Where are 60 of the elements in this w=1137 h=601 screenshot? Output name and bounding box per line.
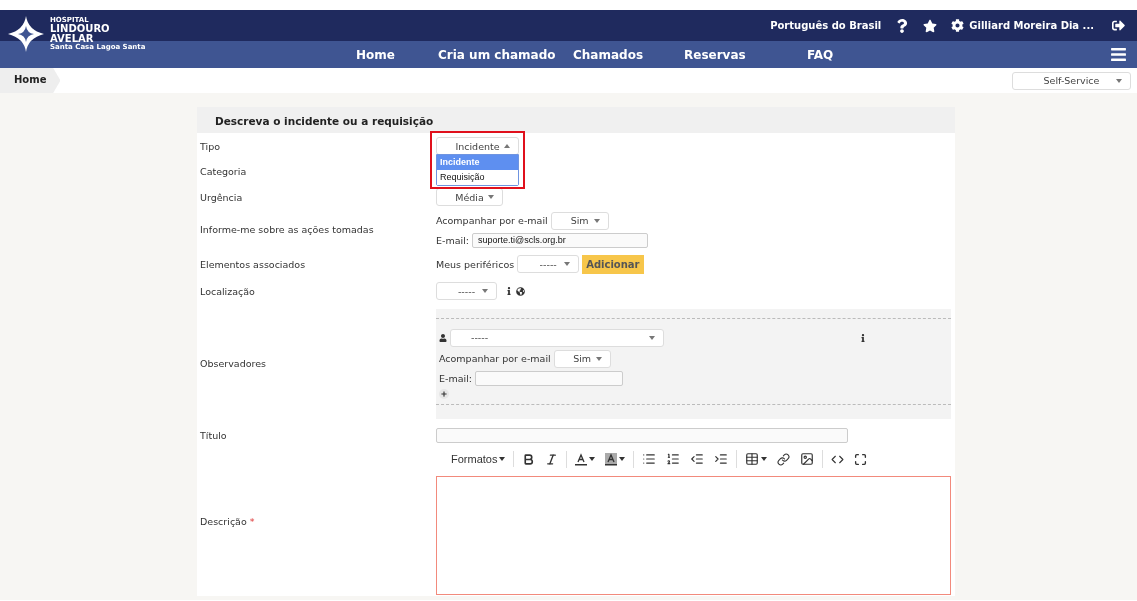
field-label: Observadores [199, 358, 267, 369]
table-icon [745, 452, 760, 466]
gear-icon[interactable] [951, 19, 965, 32]
caret-icon [1116, 78, 1122, 83]
user-menu[interactable]: Gilliard Moreira Dia ... [969, 20, 1094, 31]
follow-label: Acompanhar por e-mail [439, 353, 551, 364]
field-label: Categoria [199, 166, 248, 177]
field-label: Localização [199, 285, 256, 297]
follow-select[interactable]: Sim [553, 349, 611, 368]
field-label: Informe-me sobre as ações tomadas [199, 224, 375, 235]
help-icon[interactable] [895, 18, 910, 33]
peripherals-select[interactable]: ----- [517, 255, 580, 273]
language-link[interactable]: Português do Brasil [770, 20, 882, 31]
user-icon [439, 333, 447, 342]
observer-select[interactable]: ----- [450, 328, 664, 347]
email-label: E-mail: [436, 234, 469, 246]
caret-icon [504, 144, 510, 148]
caret-icon [488, 195, 494, 199]
form-title: Descreva o incidente ou a requisição [197, 107, 955, 133]
highlight-color-icon [605, 452, 618, 466]
info-icon[interactable] [859, 333, 867, 342]
follow-select[interactable]: Sim [550, 211, 609, 230]
logo-text: AVELAR [50, 34, 95, 44]
email-field[interactable]: suporte.ti@scls.org.br [472, 232, 648, 248]
breadcrumb[interactable]: Home [0, 68, 61, 93]
info-icon[interactable] [505, 287, 513, 295]
add-observer-icon[interactable] [439, 388, 449, 399]
field-label: Elementos associados [199, 258, 307, 270]
caret-icon [482, 289, 488, 293]
text-color-icon [575, 452, 588, 466]
field-label: Tipo [199, 140, 221, 152]
title-field[interactable] [436, 427, 848, 443]
field-label: Descrição * [199, 515, 256, 527]
peripherals-label: Meus periféricos [436, 258, 515, 270]
type-select[interactable]: Incidente [436, 137, 519, 155]
caret-icon [593, 218, 600, 223]
nav-link[interactable]: Reservas [684, 47, 807, 62]
dropdown-option[interactable]: Requisição [437, 170, 518, 185]
interface-select[interactable]: Self-Service [1012, 71, 1131, 90]
logout-icon[interactable] [1112, 19, 1125, 32]
required-mark: * [249, 515, 255, 527]
nav-link[interactable]: Chamados [573, 47, 684, 62]
star-icon[interactable] [923, 18, 938, 33]
field-label: Urgência [199, 191, 244, 203]
formats-menu[interactable]: Formatos [447, 451, 510, 467]
globe-icon[interactable] [516, 286, 525, 296]
add-button[interactable]: Adicionar [582, 254, 644, 274]
field-label: Título [199, 429, 228, 441]
nav-link[interactable]: Cria um chamado [438, 47, 573, 62]
logo-text: LINDOURO [50, 24, 111, 34]
follow-label: Acompanhar por e-mail [436, 215, 548, 226]
caret-icon [649, 335, 655, 340]
location-select[interactable]: ----- [436, 282, 497, 300]
email-field[interactable] [475, 370, 623, 386]
nav-link[interactable]: FAQ [807, 47, 867, 62]
nav-link[interactable]: Home [356, 47, 438, 62]
caret-icon [595, 356, 602, 361]
email-label: E-mail: [439, 372, 472, 384]
menu-icon[interactable] [1110, 46, 1127, 63]
caret-icon [564, 262, 571, 266]
